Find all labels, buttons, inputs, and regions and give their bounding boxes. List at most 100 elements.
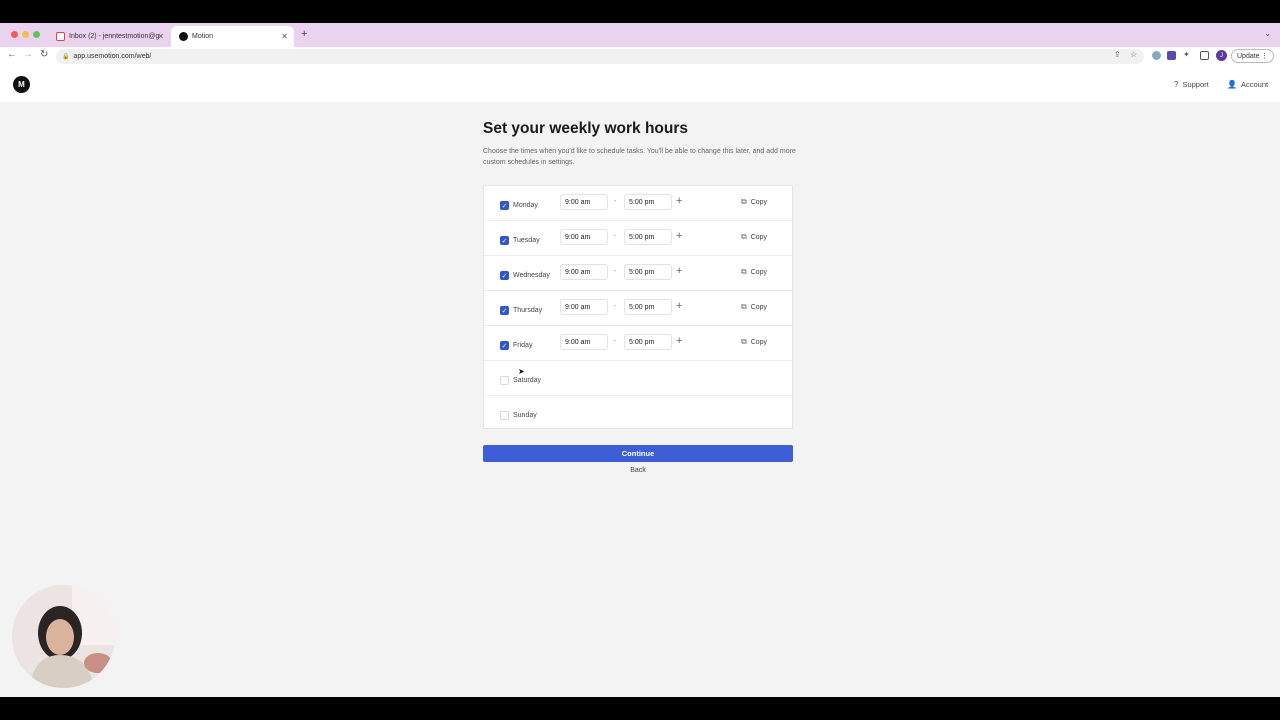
update-label: Update — [1237, 52, 1260, 60]
start-time-input[interactable]: 9:00 am — [560, 334, 608, 350]
start-time-input[interactable]: 9:00 am — [560, 229, 608, 245]
page-subtitle: Choose the times when you'd like to sche… — [483, 148, 796, 166]
tab-label: Motion — [192, 33, 214, 40]
day-row-sunday: Sunday — [484, 396, 792, 431]
extension-icon[interactable] — [1167, 51, 1176, 60]
copy-button[interactable]: ⧉ Copy — [741, 337, 767, 347]
help-icon: ? — [1174, 80, 1179, 89]
work-hours-card: ✓ Monday 9:00 am - 5:00 pm + ⧉ Copy ✓ Tue… — [483, 185, 793, 429]
extension-icon[interactable] — [1152, 51, 1161, 60]
copy-button[interactable]: ⧉ Copy — [741, 232, 767, 242]
webcam-overlay — [12, 585, 115, 688]
day-label: Thursday — [513, 307, 543, 314]
account-link[interactable]: 👤 Account — [1227, 80, 1268, 89]
chevron-down-icon[interactable]: ⌄ — [1264, 29, 1271, 38]
more-vertical-icon: ⋮ — [1261, 53, 1268, 60]
copy-label: Copy — [750, 198, 768, 206]
start-time-input[interactable]: 9:00 am — [560, 299, 608, 315]
end-time-input[interactable]: 5:00 pm — [624, 334, 672, 350]
copy-label: Copy — [750, 268, 768, 276]
puzzle-icon[interactable]: ✦ — [1183, 50, 1190, 59]
star-icon[interactable]: ☆ — [1130, 50, 1137, 59]
day-label: Tuesday — [513, 237, 540, 244]
copy-label: Copy — [750, 303, 768, 311]
update-button[interactable]: Update ⋮ — [1231, 49, 1274, 63]
minimize-window-button[interactable] — [22, 31, 29, 38]
range-separator: - — [614, 303, 617, 310]
account-label: Account — [1240, 80, 1269, 89]
range-separator: - — [614, 233, 617, 240]
day-checkbox[interactable]: ✓ — [500, 306, 509, 315]
browser-toolbar: ← → ↻ 🔒 app.usemotion.com/web/ ⇪ ☆ ✦ J U… — [0, 47, 1280, 65]
copy-icon: ⧉ — [741, 232, 747, 241]
mouse-cursor-icon: ➤ — [518, 367, 525, 376]
day-row-thursday: ✓ Thursday 9:00 am - 5:00 pm + ⧉ Copy — [484, 291, 792, 326]
day-checkbox[interactable] — [500, 376, 509, 385]
url-text: app.usemotion.com/web/ — [73, 53, 152, 60]
copy-label: Copy — [750, 233, 768, 241]
day-checkbox[interactable]: ✓ — [500, 201, 509, 210]
day-row-saturday: Saturday — [484, 361, 792, 396]
close-tab-icon[interactable]: ✕ — [281, 32, 288, 41]
profile-avatar[interactable]: J — [1216, 50, 1227, 61]
app-header: M ? Support 👤 Account — [0, 65, 1280, 102]
day-checkbox[interactable]: ✓ — [500, 271, 509, 280]
copy-icon: ⧉ — [741, 197, 747, 206]
add-interval-icon[interactable]: + — [676, 335, 682, 347]
copy-button[interactable]: ⧉ Copy — [741, 267, 767, 277]
new-tab-icon[interactable]: + — [301, 28, 307, 40]
day-row-monday: ✓ Monday 9:00 am - 5:00 pm + ⧉ Copy — [484, 186, 792, 221]
page-title: Set your weekly work hours — [483, 120, 689, 137]
address-bar[interactable]: 🔒 app.usemotion.com/web/ — [56, 49, 1144, 64]
back-link[interactable]: Back — [483, 467, 793, 474]
copy-button[interactable]: ⧉ Copy — [741, 302, 767, 312]
day-label: Saturday — [513, 377, 542, 384]
range-separator: - — [614, 198, 617, 205]
reload-icon[interactable]: ↻ — [40, 49, 48, 60]
copy-icon: ⧉ — [741, 337, 747, 346]
lock-icon: 🔒 — [62, 54, 70, 60]
tab-motion[interactable]: Motion ✕ — [171, 26, 294, 47]
motion-logo[interactable]: M — [13, 76, 30, 93]
start-time-input[interactable]: 9:00 am — [560, 194, 608, 210]
day-label: Monday — [513, 202, 538, 209]
day-checkbox[interactable]: ✓ — [500, 236, 509, 245]
support-link[interactable]: ? Support — [1174, 80, 1209, 89]
day-row-friday: ✓ Friday 9:00 am - 5:00 pm + ⧉ Copy — [484, 326, 792, 361]
tab-label: Inbox (2) - jenntestmotion@g — [69, 33, 160, 40]
support-label: Support — [1182, 80, 1209, 89]
copy-button[interactable]: ⧉ Copy — [741, 197, 767, 207]
close-tab-icon[interactable]: ✕ — [157, 32, 164, 41]
forward-arrow-icon[interactable]: → — [23, 49, 33, 60]
range-separator: - — [614, 268, 617, 275]
sidebar-icon[interactable] — [1200, 51, 1209, 60]
day-label: Sunday — [513, 412, 537, 419]
maximize-window-button[interactable] — [33, 31, 40, 38]
presenter-image — [12, 585, 115, 688]
day-checkbox[interactable] — [500, 411, 509, 420]
add-interval-icon[interactable]: + — [676, 265, 682, 277]
close-window-button[interactable] — [11, 31, 18, 38]
share-icon[interactable]: ⇪ — [1114, 50, 1121, 59]
copy-icon: ⧉ — [741, 302, 747, 311]
add-interval-icon[interactable]: + — [676, 195, 682, 207]
day-checkbox[interactable]: ✓ — [500, 341, 509, 350]
copy-label: Copy — [750, 338, 768, 346]
tab-inbox[interactable]: Inbox (2) - jenntestmotion@g ✕ — [48, 26, 170, 47]
end-time-input[interactable]: 5:00 pm — [624, 299, 672, 315]
end-time-input[interactable]: 5:00 pm — [624, 194, 672, 210]
gmail-icon — [56, 32, 65, 41]
motion-favicon-icon — [179, 32, 188, 41]
back-arrow-icon[interactable]: ← — [7, 49, 17, 60]
day-label: Wednesday — [513, 272, 550, 279]
start-time-input[interactable]: 9:00 am — [560, 264, 608, 280]
end-time-input[interactable]: 5:00 pm — [624, 264, 672, 280]
continue-button[interactable]: Continue — [483, 445, 793, 462]
end-time-input[interactable]: 5:00 pm — [624, 229, 672, 245]
browser-window: Inbox (2) - jenntestmotion@g ✕ Motion ✕ … — [0, 23, 1280, 697]
add-interval-icon[interactable]: + — [676, 230, 682, 242]
range-separator: - — [614, 338, 617, 345]
tab-strip: Inbox (2) - jenntestmotion@g ✕ Motion ✕ … — [0, 23, 1280, 47]
add-interval-icon[interactable]: + — [676, 300, 682, 312]
day-label: Friday — [513, 342, 533, 349]
